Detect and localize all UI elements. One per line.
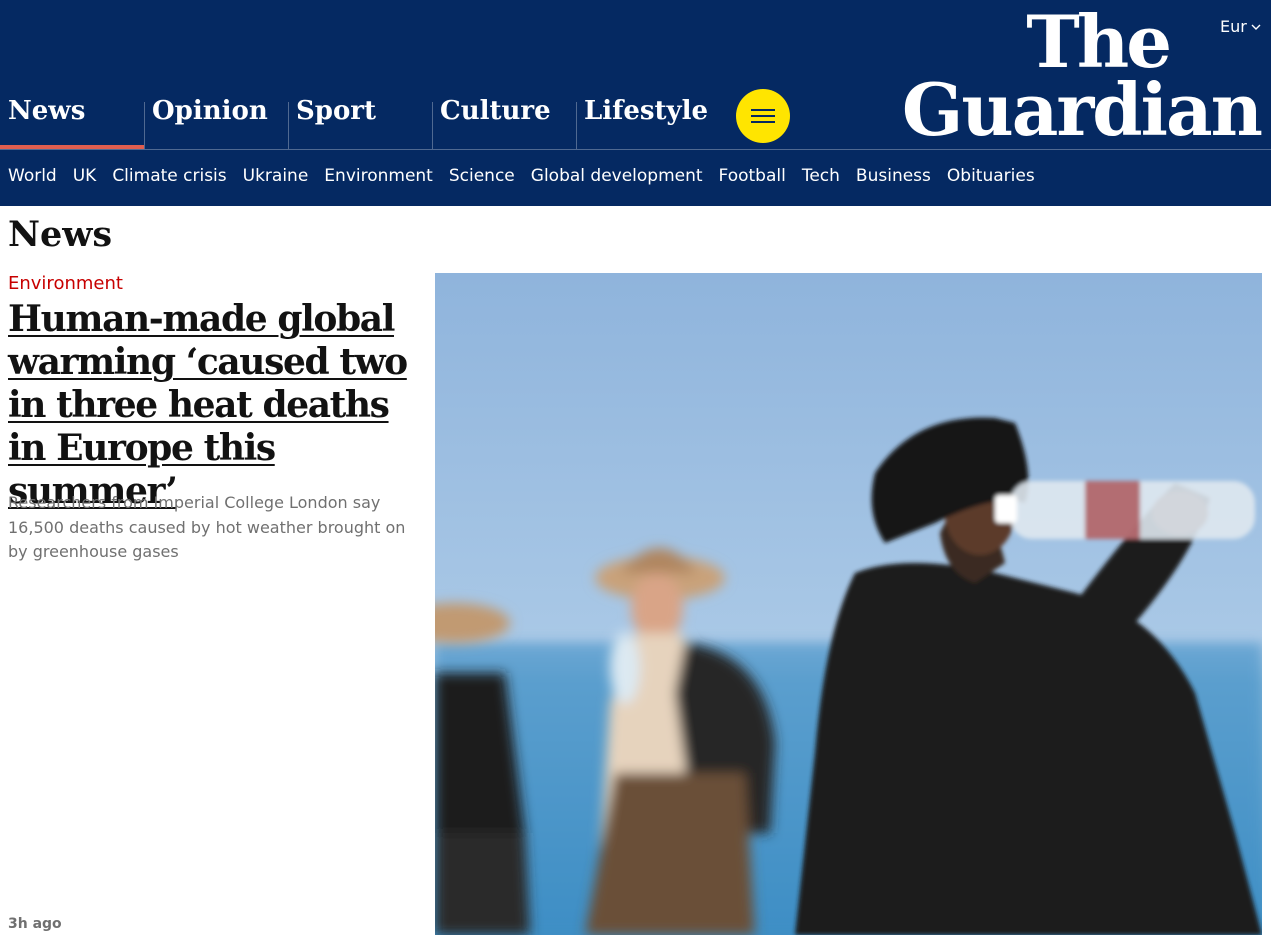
subnav-item-science[interactable]: Science xyxy=(449,166,515,186)
pillar-label: News xyxy=(8,96,86,126)
hamburger-icon xyxy=(751,109,775,111)
pillar-sport[interactable]: Sport xyxy=(288,88,432,149)
subnav-item-obituaries[interactable]: Obituaries xyxy=(947,166,1035,186)
pillar-nav: News Opinion Sport Culture Lifestyle xyxy=(0,88,720,149)
article-standfirst: Researchers from Imperial College London… xyxy=(8,493,406,561)
pillar-culture[interactable]: Culture xyxy=(432,88,576,149)
subnav-item-ukraine[interactable]: Ukraine xyxy=(243,166,309,186)
subnav-item-football[interactable]: Football xyxy=(719,166,786,186)
subnav-item-environment[interactable]: Environment xyxy=(324,166,433,186)
pillar-opinion[interactable]: Opinion xyxy=(144,88,288,149)
article-headline[interactable]: Human-made global warming ‘caused two in… xyxy=(8,298,418,513)
subnav-item-global-development[interactable]: Global development xyxy=(531,166,703,186)
subnav-item-climate-crisis[interactable]: Climate crisis xyxy=(112,166,226,186)
hero-photo-man-drinking-water xyxy=(435,273,1262,935)
logo-line-guardian: Guardian xyxy=(901,66,1263,152)
menu-button[interactable] xyxy=(736,89,790,143)
article-kicker[interactable]: Environment xyxy=(8,273,123,294)
pillar-label: Opinion xyxy=(152,96,268,126)
pillar-label: Sport xyxy=(296,96,377,126)
subnav-item-tech[interactable]: Tech xyxy=(802,166,840,186)
subnav-item-uk[interactable]: UK xyxy=(73,166,97,186)
article-age: 3h ago xyxy=(8,916,62,932)
guardian-logo[interactable]: The Guardian xyxy=(869,0,1263,145)
pillar-label: Lifestyle xyxy=(584,96,709,126)
nav-divider xyxy=(0,149,1271,150)
logo-line-the: The xyxy=(1026,0,1172,84)
pillar-news[interactable]: News xyxy=(0,88,144,149)
subnav: World UK Climate crisis Ukraine Environm… xyxy=(8,166,1035,186)
masthead: Eur The Guardian News Opinion Sport Cult… xyxy=(0,0,1271,206)
subnav-item-world[interactable]: World xyxy=(8,166,57,186)
section-title: News xyxy=(8,214,113,255)
pillar-lifestyle[interactable]: Lifestyle xyxy=(576,88,720,149)
hero-image[interactable] xyxy=(435,273,1262,935)
subnav-item-business[interactable]: Business xyxy=(856,166,931,186)
pillar-label: Culture xyxy=(440,96,551,126)
